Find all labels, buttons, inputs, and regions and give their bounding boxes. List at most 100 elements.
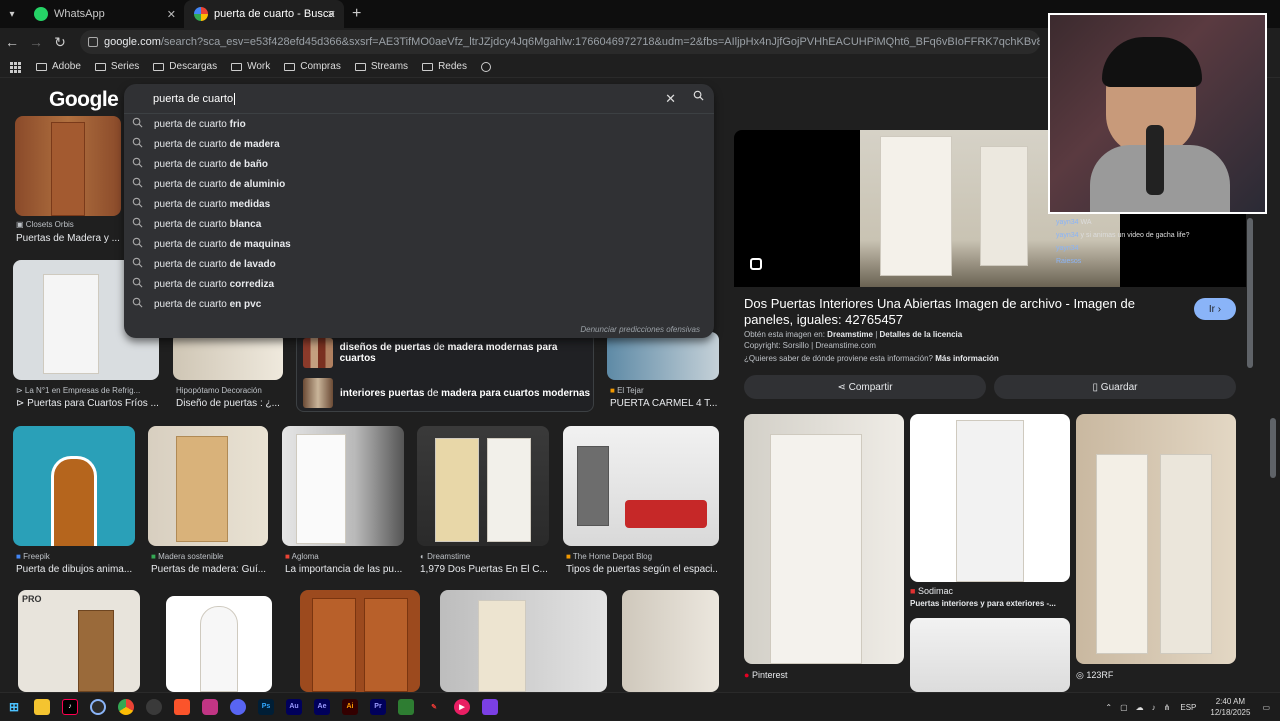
obs-icon[interactable]: [90, 698, 106, 715]
result-image[interactable]: [300, 590, 420, 692]
related-image[interactable]: [910, 618, 1070, 692]
result-caption[interactable]: Puertas de madera: Guí...: [151, 564, 267, 575]
suggestion-item[interactable]: puerta de cuarto de lavado: [124, 254, 714, 274]
source-link[interactable]: Dreamstime: [827, 330, 873, 339]
site-info-icon[interactable]: [88, 37, 98, 47]
result-caption[interactable]: Puerta de dibujos anima...: [16, 564, 134, 575]
result-caption[interactable]: PUERTA CARMEL 4 T...: [610, 398, 718, 409]
suggestion-item[interactable]: puerta de cuarto de madera: [124, 134, 714, 154]
bookmark-redes[interactable]: Redes: [422, 61, 467, 72]
visit-button[interactable]: Ir ›: [1194, 298, 1236, 320]
network-icon[interactable]: ⋔: [1164, 703, 1171, 712]
related-image[interactable]: [910, 414, 1070, 582]
tiktok-icon[interactable]: ♪: [62, 698, 78, 715]
result-image[interactable]: [166, 596, 272, 692]
discord-icon[interactable]: [230, 698, 246, 715]
search-app-icon[interactable]: [146, 698, 162, 715]
related-search-item[interactable]: interiores puertas de madera para cuarto…: [297, 373, 593, 413]
related-source[interactable]: ■ Sodimac: [910, 586, 953, 596]
preview-title[interactable]: Dos Puertas Interiores Una Abiertas Imag…: [744, 296, 1164, 328]
audition-icon[interactable]: Au: [286, 698, 302, 715]
related-caption[interactable]: Puertas interiores y para exteriores -..…: [910, 599, 1070, 608]
lens-icon[interactable]: [750, 258, 762, 270]
language-indicator[interactable]: ESP: [1180, 703, 1196, 712]
result-caption[interactable]: ⊳ Puertas para Cuartos Fríos ...: [16, 398, 160, 409]
tab-google-search[interactable]: puerta de cuarto - Buscar con G ✕: [184, 0, 344, 28]
result-image[interactable]: [282, 426, 404, 546]
reload-icon[interactable]: ↻: [48, 34, 72, 51]
result-image[interactable]: [417, 426, 549, 546]
new-tab-icon[interactable]: +: [352, 5, 361, 23]
file-explorer-icon[interactable]: [34, 698, 50, 715]
notifications-icon[interactable]: ▭: [1262, 703, 1270, 712]
result-image[interactable]: [563, 426, 719, 546]
result-caption[interactable]: Puertas de Madera y ...: [16, 233, 124, 244]
suggestion-item[interactable]: puerta de cuarto de aluminio: [124, 174, 714, 194]
start-icon[interactable]: ⊞: [6, 699, 22, 715]
bookmark-compras[interactable]: Compras: [284, 61, 341, 72]
result-image[interactable]: [15, 116, 121, 216]
result-image[interactable]: [440, 590, 607, 692]
result-source[interactable]: ■ Agloma: [285, 552, 319, 561]
onedrive-icon[interactable]: ☁: [1136, 703, 1144, 712]
result-image[interactable]: [173, 332, 283, 380]
twitch-app-icon[interactable]: [482, 698, 498, 715]
result-source[interactable]: ◐ Dreamstime: [420, 552, 470, 561]
suggestion-item[interactable]: puerta de cuarto de maquinas: [124, 234, 714, 254]
media-player-icon[interactable]: ▶: [454, 698, 470, 715]
close-icon[interactable]: ✕: [167, 8, 176, 21]
related-image[interactable]: [744, 414, 904, 664]
tray-expand-icon[interactable]: ⌃: [1105, 703, 1112, 712]
suggestion-item[interactable]: puerta de cuarto medidas: [124, 194, 714, 214]
suggestion-item[interactable]: puerta de cuarto de baño: [124, 154, 714, 174]
search-input[interactable]: puerta de cuarto ✕: [124, 84, 714, 114]
minecraft-icon[interactable]: [398, 698, 414, 715]
bookmark-adobe[interactable]: Adobe: [36, 61, 81, 72]
related-image[interactable]: [1076, 414, 1236, 664]
bookmark-streams[interactable]: Streams: [354, 61, 408, 72]
result-source[interactable]: ■ Madera sostenible: [151, 552, 223, 561]
more-info-link[interactable]: Más información: [935, 354, 999, 363]
apps-grid-icon[interactable]: [10, 61, 21, 73]
chrome-icon[interactable]: [118, 698, 134, 715]
premiere-icon[interactable]: Pr: [370, 698, 386, 715]
bookmark-extra[interactable]: [480, 61, 491, 72]
report-predictions-link[interactable]: Denunciar predicciones ofensivas: [580, 325, 700, 334]
related-search-item[interactable]: diseños de puertas de madera modernas pa…: [297, 333, 593, 373]
related-source[interactable]: ◎ 123RF: [1076, 670, 1113, 681]
license-link[interactable]: Detalles de la licencia: [880, 330, 963, 339]
bookmark-work[interactable]: Work: [231, 61, 270, 72]
instagram-icon[interactable]: [202, 698, 218, 715]
red-app-icon[interactable]: ✎: [426, 699, 442, 715]
search-icon[interactable]: [693, 90, 704, 104]
result-source[interactable]: Hipopótamo Decoración: [176, 386, 262, 395]
result-image[interactable]: [13, 426, 135, 546]
result-source[interactable]: ■ Freepik: [16, 552, 50, 561]
result-source[interactable]: ■ El Tejar: [610, 386, 644, 395]
result-source[interactable]: ■ The Home Depot Blog: [566, 552, 652, 561]
back-icon[interactable]: ←: [0, 34, 24, 50]
save-button[interactable]: ▯ Guardar: [994, 375, 1236, 399]
result-image[interactable]: [148, 426, 268, 546]
result-caption[interactable]: La importancia de las pu...: [285, 564, 403, 575]
suggestion-item[interactable]: puerta de cuarto frio: [124, 114, 714, 134]
result-image[interactable]: [607, 332, 719, 380]
close-icon[interactable]: ✕: [327, 8, 336, 21]
after-effects-icon[interactable]: Ae: [314, 698, 330, 715]
result-caption[interactable]: Diseño de puertas : ¿...: [176, 398, 286, 409]
share-button[interactable]: ⋖ Compartir: [744, 375, 986, 399]
clear-search-icon[interactable]: ✕: [665, 91, 676, 107]
brave-icon[interactable]: [174, 698, 190, 715]
google-logo[interactable]: Google: [49, 88, 119, 112]
result-caption[interactable]: Tipos de puertas según el espaci...: [566, 564, 718, 575]
url-field[interactable]: google.com/search?sca_esv=e53f428efd45d3…: [80, 30, 1040, 54]
related-source[interactable]: ● Pinterest: [744, 670, 787, 680]
illustrator-icon[interactable]: Ai: [342, 698, 358, 715]
clock[interactable]: 2:40 AM 12/18/2025: [1210, 696, 1250, 718]
suggestion-item[interactable]: puerta de cuarto en pvc: [124, 294, 714, 314]
bookmark-descargas[interactable]: Descargas: [153, 61, 217, 72]
forward-icon[interactable]: →: [24, 34, 48, 50]
tab-whatsapp[interactable]: WhatsApp ✕: [24, 0, 184, 28]
photoshop-icon[interactable]: Ps: [258, 698, 274, 715]
result-image[interactable]: PRO: [18, 590, 140, 692]
